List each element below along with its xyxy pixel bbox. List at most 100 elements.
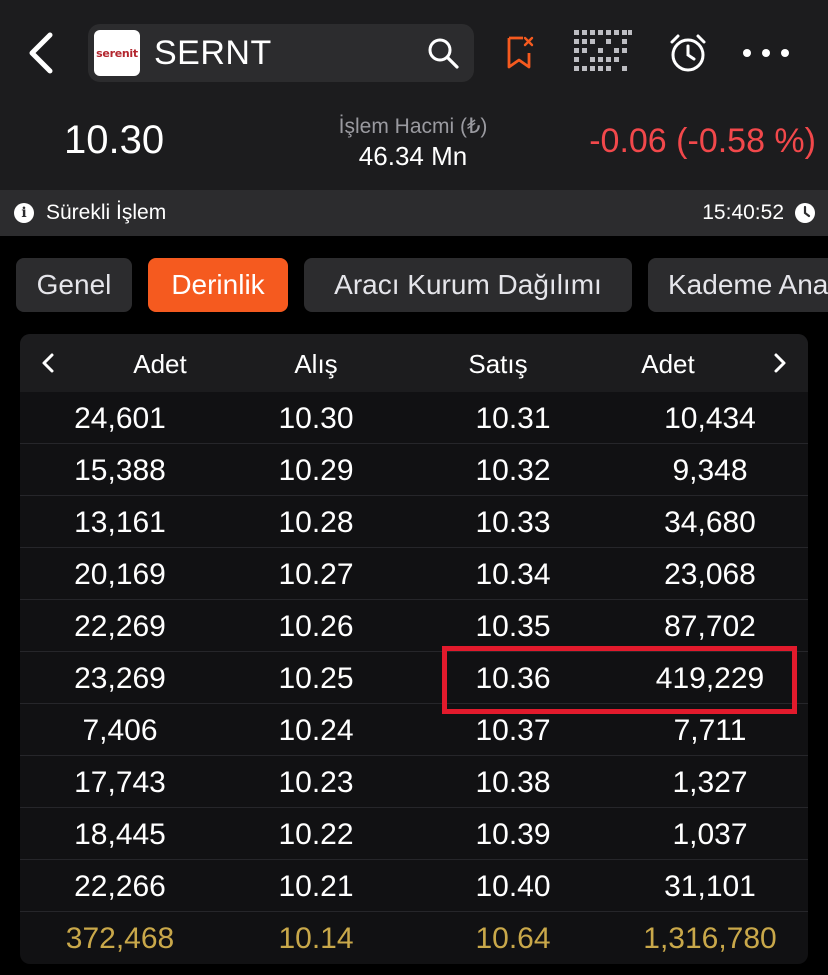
ask-price: 10.37 [475, 714, 551, 747]
total-ask-qty: 1,316,780 [643, 922, 777, 955]
ask-price: 10.35 [475, 610, 551, 643]
bid-qty: 22,269 [74, 610, 166, 643]
back-button[interactable] [18, 26, 64, 80]
tab-kademe-analizi[interactable]: Kademe Analizi [648, 258, 828, 312]
avg-bid-price: 10.14 [278, 922, 354, 955]
tab-araci-kurum-dagilimi[interactable]: Aracı Kurum Dağılımı [304, 258, 632, 312]
price-change-percent: (-0.58 %) [676, 122, 816, 160]
last-price: 10.30 [64, 118, 165, 162]
ask-price: 10.32 [475, 454, 551, 487]
remove-bookmark-button[interactable] [500, 28, 540, 78]
bid-qty: 7,406 [82, 714, 158, 747]
session-status[interactable]: i Sürekli İşlem [14, 190, 166, 236]
bid-qty: 22,266 [74, 870, 166, 903]
trade-volume: İşlem Hacmi (₺) 46.34 Mn [300, 114, 526, 172]
stock-symbol: SERNT [154, 34, 272, 72]
trade-volume-label: İşlem Hacmi (₺) [338, 115, 488, 138]
ask-price: 10.34 [475, 558, 551, 591]
ask-qty: 9,348 [672, 454, 748, 487]
depth-row[interactable]: 18,445 10.22 10.39 1,037 [20, 808, 808, 860]
total-bid-qty: 372,468 [65, 922, 175, 955]
depth-row[interactable]: 17,743 10.23 10.38 1,327 [20, 756, 808, 808]
search-icon[interactable] [426, 36, 460, 70]
bid-qty: 15,388 [74, 454, 166, 487]
ask-qty: 10,434 [664, 402, 756, 435]
alarm-clock-icon [670, 34, 706, 72]
bid-price: 10.21 [278, 870, 354, 903]
price-change: -0.06 (-0.58 %) [589, 122, 816, 161]
depth-row[interactable]: 7,406 10.24 10.37 7,711 [20, 704, 808, 756]
company-logo: serenit [94, 30, 140, 76]
more-dots-icon [743, 49, 789, 57]
info-icon: i [14, 203, 34, 223]
grid-dots-icon [574, 30, 632, 71]
symbol-search-box[interactable]: serenit SERNT [88, 24, 474, 82]
session-status-bar: i Sürekli İşlem 15:40:52 [0, 190, 828, 236]
bid-price: 10.30 [278, 402, 354, 435]
ask-qty: 23,068 [664, 558, 756, 591]
order-depth-table: Adet Alış Satış Adet 24,601 10.30 10.31 … [20, 334, 808, 964]
bid-qty: 24,601 [74, 402, 166, 435]
bid-price: 10.27 [278, 558, 354, 591]
chevron-right-icon [774, 353, 786, 373]
bookmark-remove-icon [507, 36, 534, 69]
bid-price: 10.23 [278, 766, 354, 799]
chevron-left-icon [29, 32, 53, 74]
header-bid: Alış [294, 349, 338, 379]
ask-qty: 1,327 [672, 766, 748, 799]
ask-price: 10.39 [475, 818, 551, 851]
ask-price: 10.36 [475, 662, 551, 695]
ask-price: 10.38 [475, 766, 551, 799]
ask-qty: 7,711 [673, 714, 747, 747]
header-ask: Satış [468, 349, 528, 379]
trade-volume-value: 46.34 Mn [358, 141, 468, 171]
chevron-left-icon [42, 353, 54, 373]
depth-row[interactable]: 22,269 10.26 10.35 87,702 [20, 600, 808, 652]
bid-price: 10.22 [278, 818, 354, 851]
depth-row[interactable]: 23,269 10.25 10.36 419,229 [20, 652, 808, 704]
depth-row[interactable]: 20,169 10.27 10.34 23,068 [20, 548, 808, 600]
depth-next-button[interactable] [760, 334, 800, 392]
depth-totals-row: 372,468 10.14 10.64 1,316,780 [20, 912, 808, 964]
depth-row[interactable]: 13,161 10.28 10.33 34,680 [20, 496, 808, 548]
ask-qty: 1,037 [672, 818, 748, 851]
session-status-label: Sürekli İşlem [46, 201, 167, 224]
ask-price: 10.40 [475, 870, 551, 903]
avg-ask-price: 10.64 [475, 922, 551, 955]
ask-qty: 31,101 [664, 870, 756, 903]
bid-price: 10.28 [278, 506, 354, 539]
bid-qty: 18,445 [74, 818, 166, 851]
more-options-button[interactable] [738, 28, 794, 78]
bid-price: 10.24 [278, 714, 354, 747]
bid-price: 10.25 [278, 662, 354, 695]
bid-price: 10.26 [278, 610, 354, 643]
ask-price: 10.33 [475, 506, 551, 539]
bid-price: 10.29 [278, 454, 354, 487]
depth-row[interactable]: 24,601 10.30 10.31 10,434 [20, 392, 808, 444]
depth-row[interactable]: 15,388 10.29 10.32 9,348 [20, 444, 808, 496]
ask-qty: 34,680 [664, 506, 756, 539]
company-logo-text: serenit [96, 46, 138, 60]
ask-qty: 419,229 [655, 662, 765, 695]
section-tabs: Genel Derinlik Aracı Kurum Dağılımı Kade… [0, 258, 828, 312]
matrix-view-button[interactable] [572, 28, 634, 78]
price-change-value: -0.06 [589, 122, 667, 160]
tab-derinlik[interactable]: Derinlik [148, 258, 288, 312]
bid-qty: 13,161 [74, 506, 166, 539]
last-update-time: 15:40:52 [702, 201, 784, 224]
clock-icon [795, 203, 815, 223]
ask-qty: 87,702 [664, 610, 756, 643]
header-ask-qty: Adet [641, 349, 695, 379]
price-alarm-button[interactable] [664, 28, 712, 78]
depth-table-header: Adet Alış Satış Adet [20, 334, 808, 392]
last-update: 15:40:52 [702, 190, 816, 236]
app-screen: serenit SERNT 10.30 İşlem Hacmi (₺) 46.3… [0, 0, 828, 975]
bid-qty: 23,269 [74, 662, 166, 695]
stock-header: serenit SERNT 10.30 İşlem Hacmi (₺) 46.3… [0, 0, 828, 190]
bid-qty: 17,743 [74, 766, 166, 799]
ask-price: 10.31 [475, 402, 551, 435]
bid-qty: 20,169 [74, 558, 166, 591]
depth-rows: 24,601 10.30 10.31 10,434 15,388 10.29 1… [20, 392, 808, 964]
tab-genel[interactable]: Genel [16, 258, 132, 312]
depth-row[interactable]: 22,266 10.21 10.40 31,101 [20, 860, 808, 912]
